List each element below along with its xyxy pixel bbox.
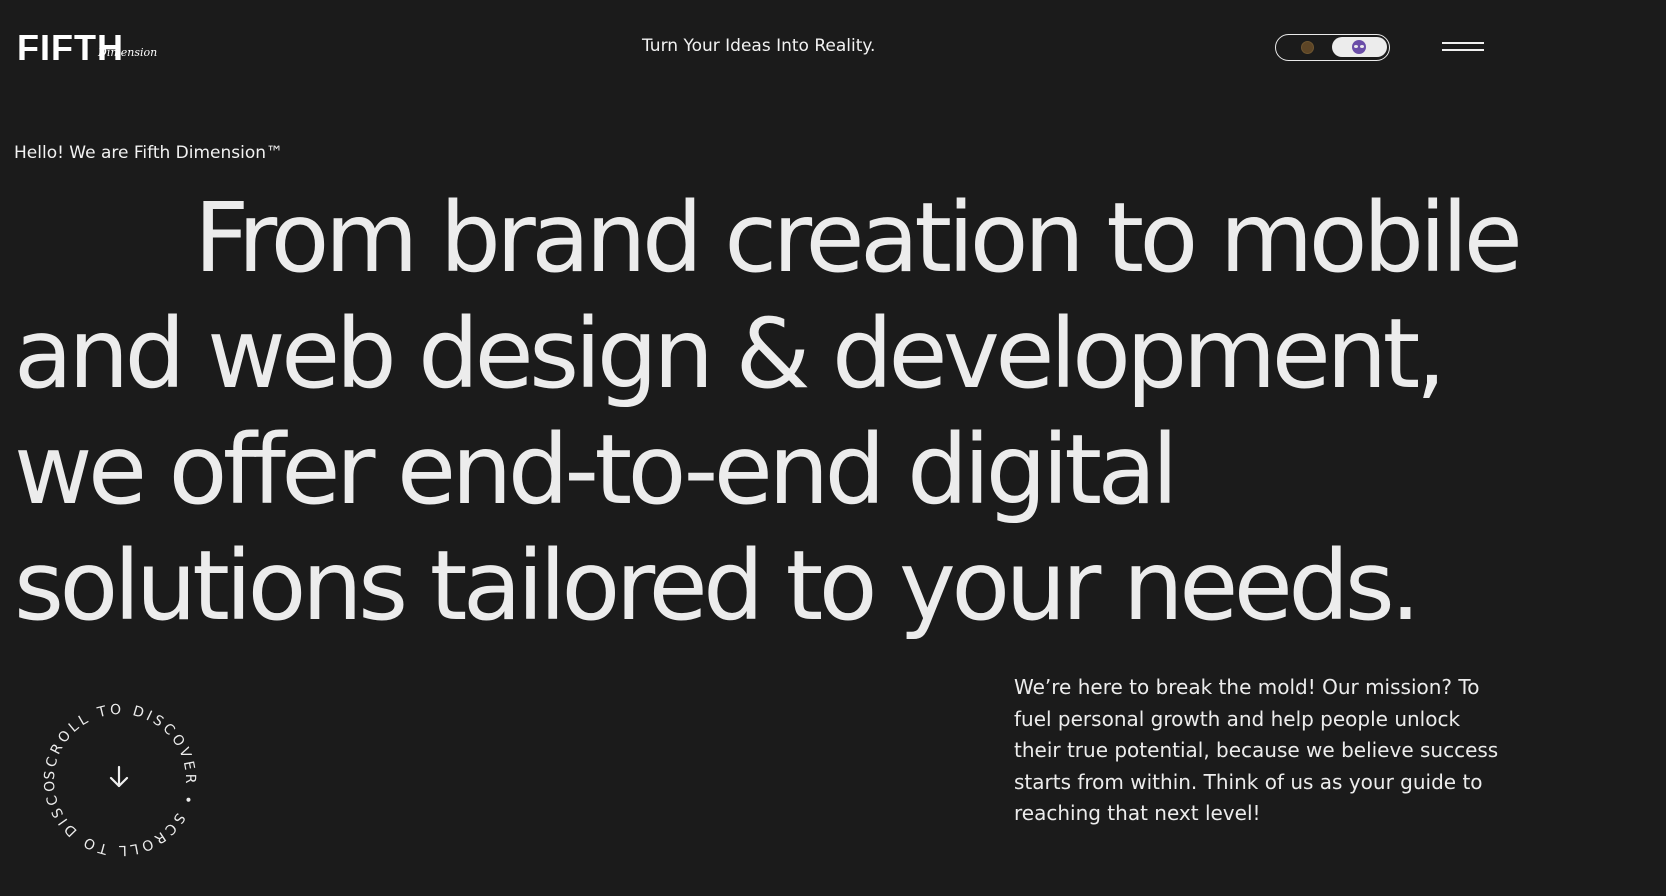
- hamburger-menu-icon[interactable]: [1442, 40, 1484, 56]
- hero-headline: From brand creation to mobile and web de…: [14, 180, 1534, 644]
- logo-script: Dimension: [98, 46, 158, 59]
- mission-paragraph: We’re here to break the mold! Our missio…: [1014, 675, 1499, 825]
- hero-line-2: and web design & development,: [14, 298, 1446, 410]
- menu-line: [1442, 49, 1484, 51]
- arrow-down-icon[interactable]: [104, 762, 134, 792]
- toggle-knob: [1332, 37, 1387, 57]
- menu-line: [1442, 42, 1484, 44]
- intro-text: Hello! We are Fifth Dimension™: [14, 143, 284, 163]
- hero-line-4: solutions tailored to your needs.: [14, 530, 1421, 642]
- tagline: Turn Your Ideas Into Reality.: [642, 36, 876, 56]
- hero-line-1: From brand creation to mobile: [194, 182, 1523, 294]
- hero-line-3: we offer end-to-end digital: [14, 414, 1178, 526]
- theme-toggle[interactable]: [1275, 34, 1390, 61]
- sun-icon[interactable]: [1301, 41, 1314, 54]
- site-header: FIFTH Dimension Turn Your Ideas Into Rea…: [0, 0, 1666, 96]
- moon-icon: [1352, 40, 1366, 54]
